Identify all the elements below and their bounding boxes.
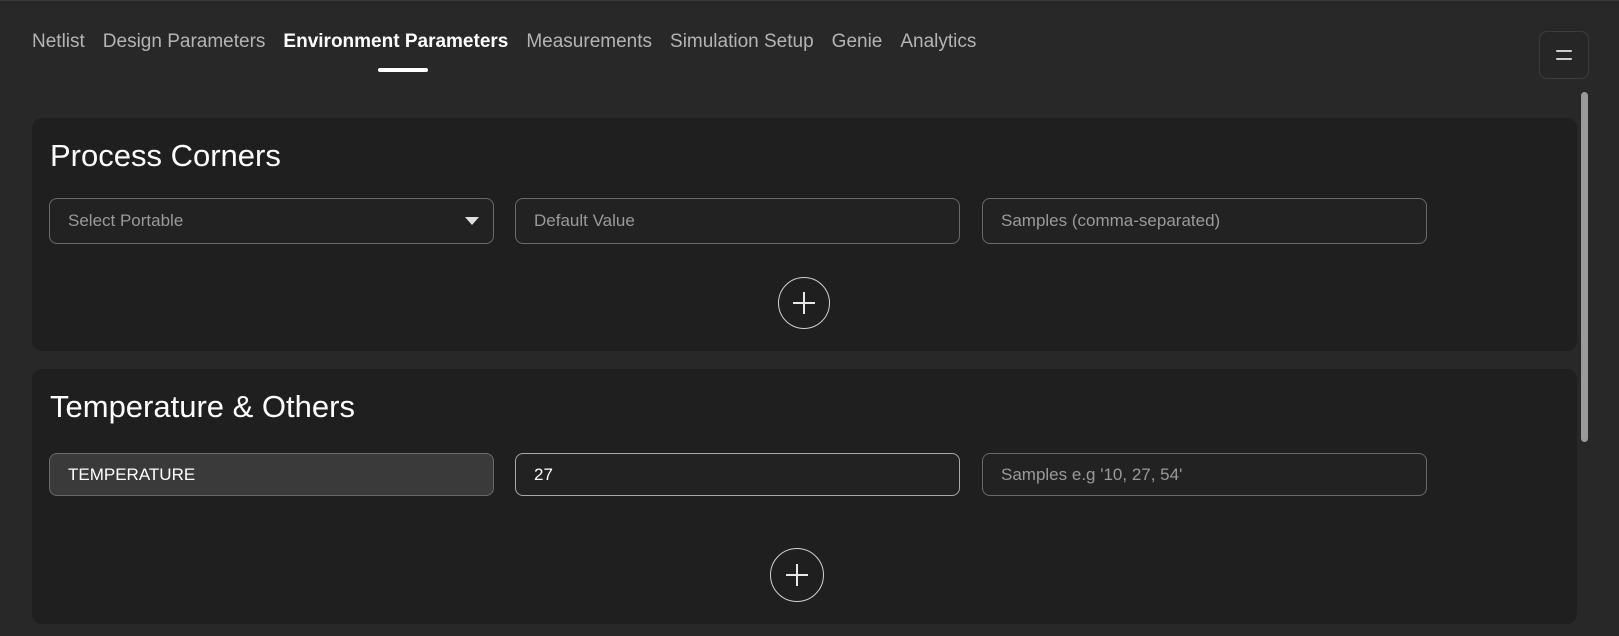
process-corners-title: Process Corners — [50, 138, 281, 173]
menu-button[interactable] — [1539, 31, 1589, 79]
tab-genie[interactable]: Genie — [832, 31, 883, 53]
add-parameter-button[interactable] — [770, 548, 824, 602]
samples-placeholder: Samples (comma-separated) — [1001, 211, 1221, 230]
temperature-title: Temperature & Others — [50, 389, 355, 424]
menu-icon-bar — [1556, 58, 1572, 60]
default-value-input[interactable]: Default Value — [515, 198, 960, 244]
menu-icon — [1556, 50, 1572, 52]
samples-input[interactable]: Samples (comma-separated) — [982, 198, 1427, 244]
temperature-default-value: 27 — [534, 464, 553, 484]
temperature-panel: Temperature & Others TEMPERATURE 27 Samp… — [32, 369, 1577, 624]
temperature-samples-input[interactable]: Samples e.g '10, 27, 54' — [982, 453, 1427, 496]
default-value-placeholder: Default Value — [534, 211, 635, 230]
app-window: Netlist Design Parameters Environment Pa… — [0, 0, 1619, 636]
select-portable-dropdown[interactable]: Select Portable — [49, 198, 494, 244]
tab-environment-parameters[interactable]: Environment Parameters — [283, 31, 508, 53]
process-corners-panel: Process Corners Select Portable Default … — [32, 118, 1577, 351]
tab-analytics[interactable]: Analytics — [900, 31, 976, 53]
temperature-name-field[interactable]: TEMPERATURE — [49, 453, 494, 496]
chevron-down-icon — [465, 217, 479, 225]
tab-measurements[interactable]: Measurements — [526, 31, 652, 53]
vertical-scrollbar-thumb[interactable] — [1581, 92, 1588, 442]
select-portable-placeholder: Select Portable — [68, 211, 184, 230]
temperature-name-value: TEMPERATURE — [68, 464, 196, 484]
tab-design-parameters[interactable]: Design Parameters — [103, 31, 266, 53]
temperature-default-input[interactable]: 27 — [515, 453, 960, 496]
temperature-samples-placeholder: Samples e.g '10, 27, 54' — [1001, 464, 1183, 484]
tab-bar: Netlist Design Parameters Environment Pa… — [32, 31, 976, 53]
active-tab-indicator — [378, 68, 428, 72]
tab-netlist[interactable]: Netlist — [32, 31, 85, 53]
tab-simulation-setup[interactable]: Simulation Setup — [670, 31, 814, 53]
add-process-corner-button[interactable] — [778, 277, 830, 329]
